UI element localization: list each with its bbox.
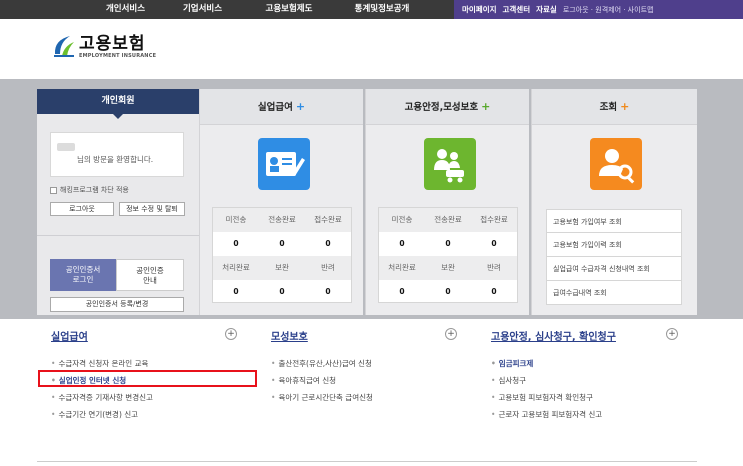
plus-icon: +: [481, 100, 491, 113]
service-lookup: 조회 + 고용보험 가입여부 조회 고용보험 가입이력 조회 실업급여 수급자격 …: [531, 89, 697, 315]
customer-center-link[interactable]: 고객센터: [503, 4, 531, 15]
cert-login-button[interactable]: 공인인증서 로그인: [50, 259, 116, 291]
lookup-item[interactable]: 실업급여 수급자격 신청내역 조회: [546, 257, 682, 281]
unemployment-status-table: 미전송 전송완료 접수완료 000 처리완료 보완 반려 000: [212, 207, 352, 303]
logout-remote-sitemap-links[interactable]: 로그아웃 · 원격제어 · 사이트맵: [563, 5, 654, 15]
list-item[interactable]: 수급기간 연기(변경) 신고: [51, 406, 153, 423]
lookup-list: 고용보험 가입여부 조회 고용보험 가입이력 조회 실업급여 수급자격 신청내역…: [546, 209, 682, 305]
section-maternity-title[interactable]: 모성보호: [271, 328, 308, 343]
list-item[interactable]: 육아기 근로시간단축 급여신청: [271, 389, 372, 406]
logo-korean-text: 고용보험: [79, 34, 146, 54]
list-item[interactable]: 근로자 고용보험 피보험자격 신고: [491, 406, 602, 423]
service-band: 개인회원 님의 방문을 환영합니다. 해킹프로그램 차단 적용 로그아웃 정보 …: [0, 79, 743, 319]
cert-register-button[interactable]: 공인인증서 등록/변경: [50, 297, 184, 312]
more-plus-icon[interactable]: +: [445, 328, 457, 340]
utility-menu: 마이페이지 고객센터 자료실 로그아웃 · 원격제어 · 사이트맵: [454, 0, 743, 19]
cert-guide-button[interactable]: 공인인증 안내: [116, 259, 184, 291]
lookup-item[interactable]: 급여수급내역 조회: [546, 281, 682, 305]
service-employment-maternity-title[interactable]: 고용안정,모성보호 +: [366, 89, 529, 125]
logo-english-text: EMPLOYMENT INSURANCE: [79, 53, 157, 59]
top-navigation: 개인서비스 기업서비스 고용보험제도 통계및정보공개 마이페이지 고객센터 자료…: [0, 0, 743, 19]
list-item[interactable]: 고용보험 피보험자격 확인청구: [491, 389, 602, 406]
logout-button[interactable]: 로그아웃: [50, 202, 114, 216]
list-item[interactable]: 수급자격증 기재사항 변경신고: [51, 389, 152, 406]
service-unemployment-title[interactable]: 실업급여 +: [200, 89, 363, 125]
plus-icon: +: [295, 100, 306, 113]
mypage-link[interactable]: 마이페이지: [462, 4, 497, 15]
user-search-icon[interactable]: [590, 138, 642, 190]
more-plus-icon[interactable]: +: [666, 328, 678, 340]
cert-button-group: 공인인증서 로그인 공인인증 안내: [50, 259, 184, 291]
service-employment-maternity: 고용안정,모성보호 + 미전송 전송완료 접수완료 000 처리완료 보완 반려 000: [365, 89, 529, 315]
site-logo[interactable]: 고용보험 EMPLOYMENT INSURANCE: [52, 34, 156, 60]
list-item[interactable]: 임금피크제: [491, 355, 602, 372]
section-employment-review: 고용안정, 심사청구, 확인청구 + 임금피크제 심사청구 고용보험 피보험자격…: [477, 319, 697, 466]
hacking-block-option[interactable]: 해킹프로그램 차단 적용: [50, 185, 129, 195]
login-divider: [37, 235, 199, 236]
site-header: 고용보험 EMPLOYMENT INSURANCE: [0, 19, 743, 79]
logo-mark-icon: [52, 34, 76, 60]
list-item[interactable]: 심사청구: [491, 372, 602, 389]
lookup-item[interactable]: 고용보험 가입이력 조회: [546, 233, 682, 257]
plus-icon: +: [620, 100, 630, 113]
section-maternity: 모성보호 + 출산전후(유산,사산)급여 신청 육아휴직급여 신청 육아기 근로…: [257, 319, 475, 466]
user-name-blurred: [57, 143, 75, 151]
family-stroller-icon[interactable]: [424, 138, 476, 190]
list-item[interactable]: 육아휴직급여 신청: [271, 372, 373, 389]
hacking-block-checkbox[interactable]: [50, 186, 57, 194]
service-unemployment: 실업급여 + 미전송 전송완료 접수완료 000 처리완료 보완 반려 000: [199, 89, 363, 315]
tab-personal-member[interactable]: 개인회원: [37, 89, 199, 119]
section-unemployment: 실업급여 + 수급자격 신청자 온라인 교육 실업인정 인터넷 신청 수급자격증…: [37, 319, 255, 466]
edit-info-button[interactable]: 정보 수정 및 탈퇴: [119, 202, 185, 216]
nav-business-service[interactable]: 기업서비스: [171, 0, 234, 19]
nav-insurance-system[interactable]: 고용보험제도: [250, 0, 328, 19]
highlight-box: [38, 370, 257, 387]
welcome-box: 님의 방문을 환영합니다.: [50, 132, 184, 177]
lookup-item[interactable]: 고용보험 가입여부 조회: [546, 209, 682, 233]
welcome-message: 님의 방문을 환영합니다.: [77, 155, 154, 164]
id-card-icon[interactable]: [258, 138, 310, 190]
service-lookup-title[interactable]: 조회 +: [532, 89, 697, 125]
nav-statistics[interactable]: 통계및정보공개: [342, 0, 422, 19]
nav-personal-service[interactable]: 개인서비스: [94, 0, 157, 19]
hacking-block-label: 해킹프로그램 차단 적용: [60, 186, 129, 194]
section-unemployment-title[interactable]: 실업급여: [51, 328, 88, 343]
more-plus-icon[interactable]: +: [225, 328, 237, 340]
archive-link[interactable]: 자료실: [536, 4, 557, 15]
section-employment-review-title[interactable]: 고용안정, 심사청구, 확인청구: [491, 328, 616, 343]
login-panel: 개인회원 님의 방문을 환영합니다. 해킹프로그램 차단 적용 로그아웃 정보 …: [37, 89, 199, 315]
main-menu: 개인서비스 기업서비스 고용보험제도 통계및정보공개: [0, 0, 454, 19]
maternity-status-table: 미전송 전송완료 접수완료 000 처리완료 보완 반려 000: [378, 207, 518, 303]
list-item[interactable]: 출산전후(유산,사산)급여 신청: [271, 355, 373, 372]
bottom-divider: [37, 461, 697, 462]
